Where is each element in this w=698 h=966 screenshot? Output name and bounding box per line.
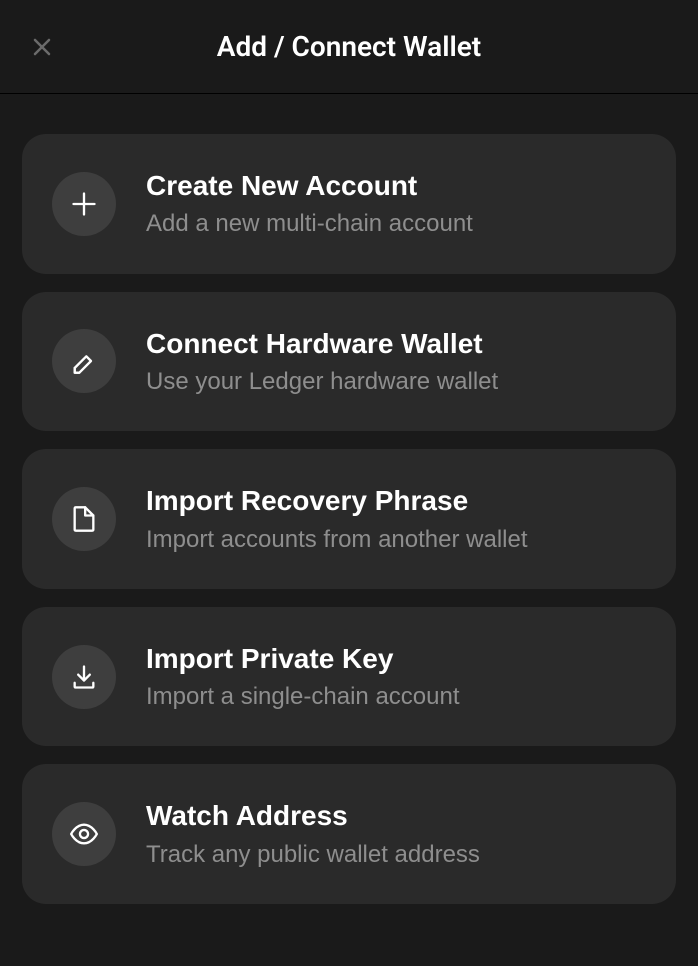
option-import-recovery-phrase[interactable]: Import Recovery Phrase Import accounts f…: [22, 449, 676, 589]
option-connect-hardware-wallet[interactable]: Connect Hardware Wallet Use your Ledger …: [22, 292, 676, 432]
close-icon: [30, 35, 54, 59]
option-watch-address[interactable]: Watch Address Track any public wallet ad…: [22, 764, 676, 904]
option-text: Watch Address Track any public wallet ad…: [146, 798, 480, 870]
option-title: Watch Address: [146, 798, 480, 834]
icon-circle: [52, 329, 116, 393]
plus-icon: [70, 190, 98, 218]
option-title: Connect Hardware Wallet: [146, 326, 498, 362]
icon-circle: [52, 487, 116, 551]
page-title: Add / Connect Wallet: [28, 30, 670, 63]
icon-circle: [52, 802, 116, 866]
icon-circle: [52, 172, 116, 236]
options-list: Create New Account Add a new multi-chain…: [0, 94, 698, 926]
option-title: Import Recovery Phrase: [146, 483, 528, 519]
close-button[interactable]: [28, 33, 56, 61]
option-subtitle: Use your Ledger hardware wallet: [146, 366, 498, 397]
download-icon: [70, 663, 98, 691]
ledger-icon: [70, 347, 98, 375]
icon-circle: [52, 645, 116, 709]
option-title: Import Private Key: [146, 641, 460, 677]
header: Add / Connect Wallet: [0, 0, 698, 94]
option-text: Connect Hardware Wallet Use your Ledger …: [146, 326, 498, 398]
option-text: Import Recovery Phrase Import accounts f…: [146, 483, 528, 555]
option-subtitle: Import accounts from another wallet: [146, 524, 528, 555]
option-title: Create New Account: [146, 168, 473, 204]
option-subtitle: Track any public wallet address: [146, 839, 480, 870]
file-icon: [70, 505, 98, 533]
option-import-private-key[interactable]: Import Private Key Import a single-chain…: [22, 607, 676, 747]
option-subtitle: Add a new multi-chain account: [146, 208, 473, 239]
option-text: Import Private Key Import a single-chain…: [146, 641, 460, 713]
option-create-new-account[interactable]: Create New Account Add a new multi-chain…: [22, 134, 676, 274]
eye-icon: [70, 820, 98, 848]
option-subtitle: Import a single-chain account: [146, 681, 460, 712]
option-text: Create New Account Add a new multi-chain…: [146, 168, 473, 240]
